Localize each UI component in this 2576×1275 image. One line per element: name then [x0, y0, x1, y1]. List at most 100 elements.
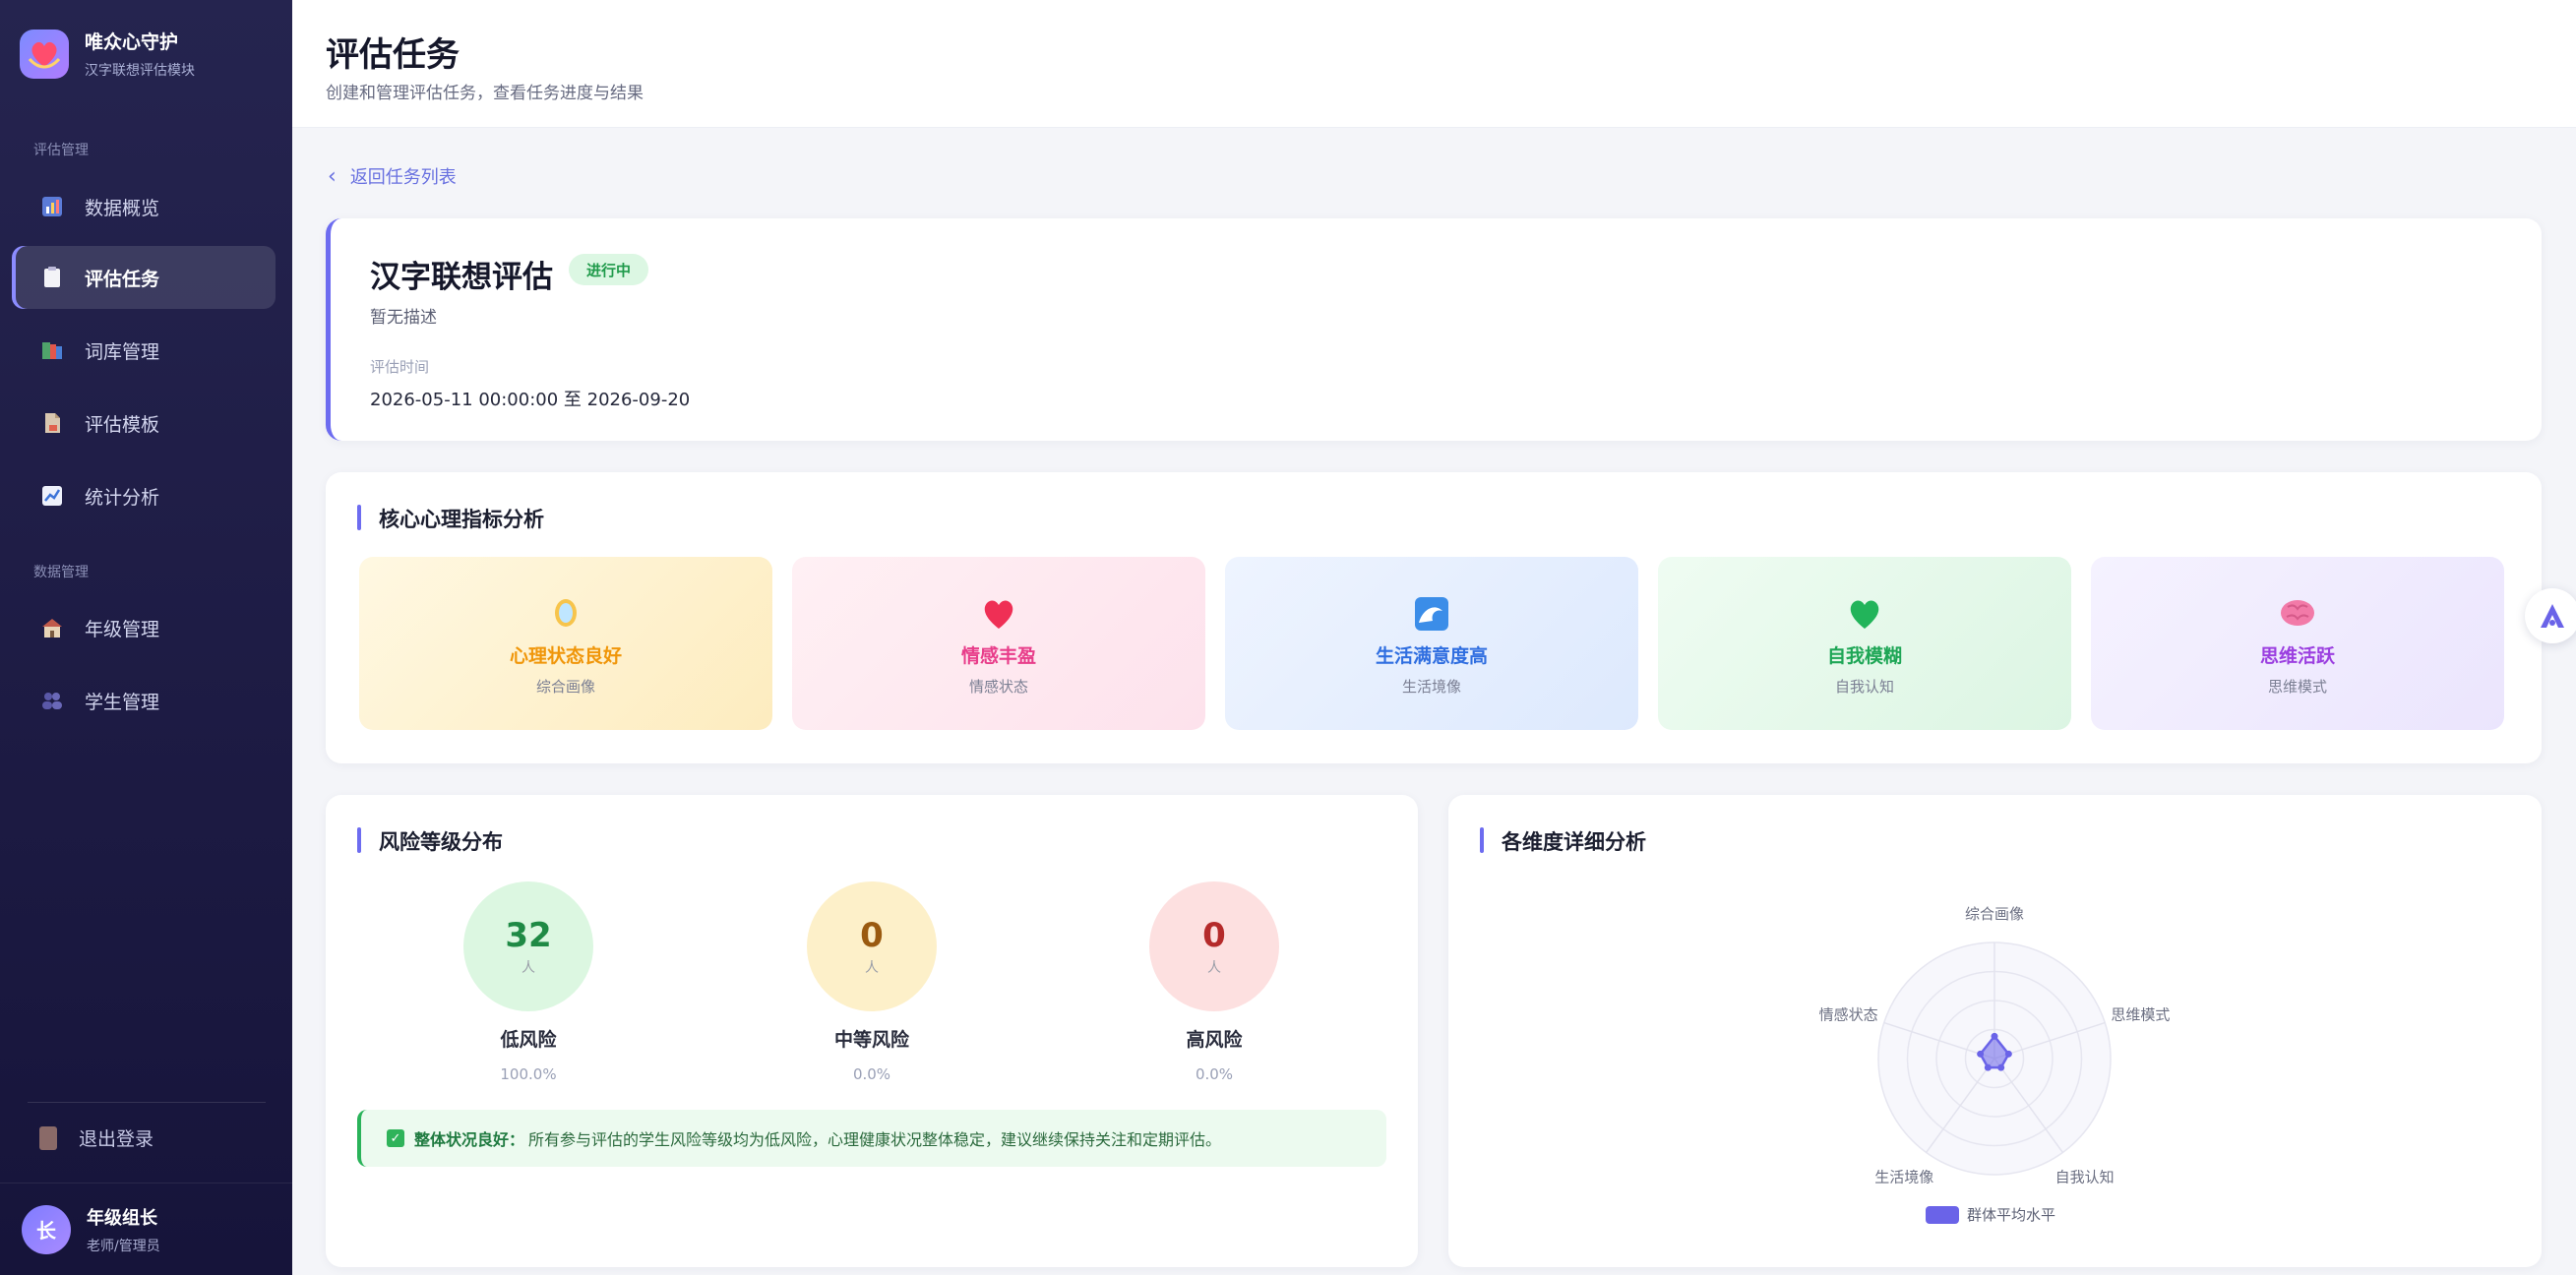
assistant-button[interactable] — [2525, 588, 2576, 643]
radar-axis-label: 生活境像 — [1874, 1169, 1933, 1186]
page-title: 评估任务 — [326, 35, 460, 75]
indicator-name: 生活满意度高 — [1375, 645, 1488, 667]
sidebar-item-tasks[interactable]: 评估任务 — [12, 246, 276, 309]
legend-label: 群体平均水平 — [1967, 1206, 2055, 1224]
task-time-label: 评估时间 — [370, 358, 430, 376]
risk-circle: 0 人 — [807, 881, 937, 1011]
sidebar-item-statistics[interactable]: 统计分析 — [12, 464, 276, 527]
indicator-tile-thinking[interactable]: 思维活跃 思维模式 — [2091, 557, 2504, 730]
task-title: 汉字联想评估 — [370, 260, 553, 295]
radar-axis-label: 综合画像 — [1965, 905, 2024, 923]
risk-percent: 0.0% — [852, 1065, 891, 1083]
sidebar-item-templates[interactable]: 评估模板 — [12, 392, 276, 455]
radar-axis-label: 思维模式 — [2111, 1005, 2170, 1023]
risk-count: 0 — [1202, 916, 1226, 955]
indicator-name: 自我模糊 — [1826, 645, 1902, 667]
radar-data-point — [1997, 1063, 2005, 1071]
indicator-name: 思维活跃 — [2259, 645, 2335, 667]
sidebar-item-students[interactable]: 学生管理 — [12, 669, 276, 732]
assistant-icon — [2541, 604, 2564, 628]
risk-distribution-card: 风险等级分布 32 人 低风险 100.0% 0 人 中等风险 0.0% 0 人… — [326, 795, 1418, 1267]
risk-label: 低风险 — [500, 1029, 557, 1051]
risk-count: 32 — [505, 916, 552, 955]
sidebar-item-label: 年级管理 — [85, 618, 160, 640]
checkbox-icon: ✓ — [387, 1129, 404, 1147]
task-info-card: 汉字联想评估 进行中 暂无描述 评估时间 2026-05-11 00:00:00… — [326, 218, 2542, 441]
risk-circle: 32 人 — [463, 881, 593, 1011]
indicator-tile-mental-state[interactable]: 心理状态良好 综合画像 — [359, 557, 772, 730]
user-profile[interactable]: 长 年级组长 老师/管理员 — [0, 1183, 292, 1275]
avatar: 长 — [22, 1204, 71, 1254]
sidebar-divider — [28, 1102, 266, 1103]
sidebar-item-label: 评估模板 — [85, 413, 160, 436]
radar-data-point — [2004, 1050, 2012, 1058]
sidebar: 唯众心守护 汉字联想评估模块 评估管理 数据概览 评估任务 词库管理 评估模板 … — [0, 0, 292, 1275]
page-header: 评估任务 创建和管理评估任务，查看任务进度与结果 — [292, 0, 2576, 128]
indicator-tile-emotion[interactable]: 情感丰盈 情感状态 — [792, 557, 1205, 730]
logout-button[interactable]: 退出登录 — [39, 1124, 153, 1151]
risk-note-title: 整体状况良好： — [414, 1130, 525, 1149]
nav-section-data: 数据管理 — [33, 565, 89, 580]
risk-section-title: 风险等级分布 — [357, 826, 503, 856]
indicator-name: 情感丰盈 — [960, 645, 1036, 667]
radar-data-point — [1984, 1063, 1992, 1071]
indicator-section-title: 核心心理指标分析 — [357, 504, 544, 533]
brain-icon — [2278, 594, 2317, 634]
brand-logo-icon — [20, 29, 69, 79]
legend-swatch — [1926, 1206, 1959, 1224]
page-subtitle: 创建和管理评估任务，查看任务进度与结果 — [326, 84, 644, 103]
status-badge: 进行中 — [569, 254, 649, 285]
indicator-category: 生活境像 — [1401, 678, 1461, 696]
task-time: 2026-05-11 00:00:00 至 2026-09-20 — [370, 390, 691, 410]
sidebar-item-label: 评估任务 — [85, 268, 160, 290]
sidebar-item-label: 数据概览 — [85, 197, 160, 219]
radar-data-point — [1977, 1050, 1985, 1058]
risk-note-text: 所有参与评估的学生风险等级均为低风险，心理健康状况整体稳定，建议继续保持关注和定… — [528, 1130, 1222, 1149]
nav-section-assessment: 评估管理 — [33, 143, 89, 158]
radar-axis-label: 情感状态 — [1819, 1005, 1878, 1023]
risk-label: 高风险 — [1186, 1029, 1243, 1051]
radar-axis-label: 自我认知 — [2055, 1169, 2115, 1186]
risk-item-medium: 0 人 中等风险 0.0% — [773, 881, 970, 1083]
user-role: 老师/管理员 — [87, 1238, 160, 1254]
books-icon — [39, 337, 65, 363]
sidebar-item-grades[interactable]: 年级管理 — [12, 596, 276, 659]
mirror-icon — [546, 594, 585, 634]
bar-chart-icon — [39, 194, 65, 219]
risk-unit: 人 — [521, 960, 535, 976]
sidebar-item-label: 词库管理 — [85, 340, 160, 363]
indicator-tile-self[interactable]: 自我模糊 自我认知 — [1658, 557, 2071, 730]
risk-label: 中等风险 — [833, 1029, 909, 1051]
indicator-category: 思维模式 — [2267, 678, 2327, 696]
brand-subtitle: 汉字联想评估模块 — [85, 63, 195, 79]
sidebar-item-label: 统计分析 — [85, 486, 160, 509]
indicator-name: 心理状态良好 — [509, 645, 622, 667]
indicator-category: 情感状态 — [968, 678, 1028, 696]
radar-data-point — [1991, 1032, 1998, 1040]
risk-unit: 人 — [865, 960, 879, 976]
back-to-task-list-link[interactable]: ‹ 返回任务列表 — [328, 163, 457, 189]
risk-item-high: 0 人 高风险 0.0% — [1116, 881, 1313, 1083]
indicator-card: 核心心理指标分析 心理状态良好 综合画像 情感丰盈 情感状态 生活满意度高 生活… — [326, 472, 2542, 763]
dimension-analysis-card: 各维度详细分析 综合画像 思维模式 自我认知 生活境像 情感状态 群体平均水平 — [1448, 795, 2542, 1267]
indicator-category: 自我认知 — [1834, 678, 1894, 696]
indicator-tile-life[interactable]: 生活满意度高 生活境像 — [1225, 557, 1638, 730]
school-icon — [39, 615, 65, 640]
line-chart-icon — [39, 483, 65, 509]
indicator-category: 综合画像 — [535, 678, 595, 696]
back-link-label: 返回任务列表 — [349, 167, 457, 188]
document-icon — [39, 410, 65, 436]
risk-count: 0 — [860, 916, 884, 955]
task-description: 暂无描述 — [370, 308, 437, 328]
sidebar-item-overview[interactable]: 数据概览 — [12, 175, 276, 238]
clipboard-icon — [39, 265, 65, 290]
sidebar-item-lexicon[interactable]: 词库管理 — [12, 319, 276, 382]
heart-icon — [979, 594, 1018, 634]
user-name: 年级组长 — [87, 1207, 157, 1229]
radar-chart: 综合画像思维模式自我认知 生活境像 情感状态群体平均水平 — [1819, 905, 2170, 1224]
risk-unit: 人 — [1207, 960, 1221, 976]
risk-percent: 100.0% — [500, 1065, 557, 1083]
wave-icon — [1412, 594, 1451, 634]
green-heart-icon — [1845, 594, 1884, 634]
door-icon — [39, 1125, 57, 1150]
